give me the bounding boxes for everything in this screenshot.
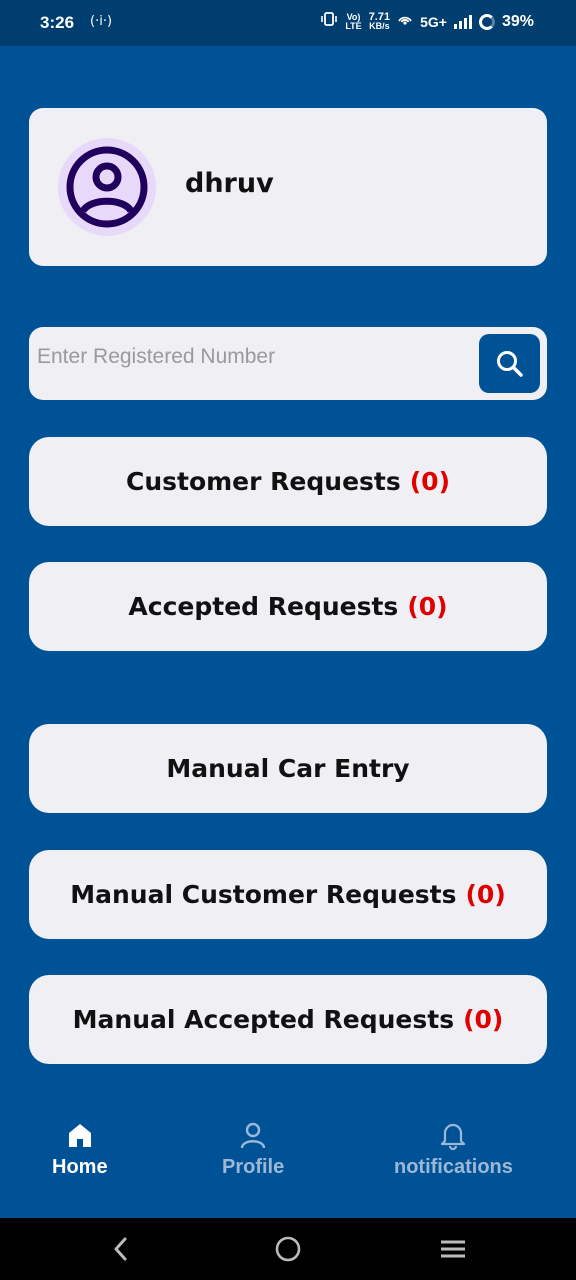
- nav-home[interactable]: Home: [52, 1120, 108, 1179]
- manual-customer-requests-label: Manual Customer Requests: [70, 880, 457, 909]
- search-button[interactable]: [479, 334, 540, 393]
- status-bar: 3:26 (·i·) Vo) LTE 7.71 KB/s 5G+ 39%: [0, 0, 576, 46]
- search-icon: [496, 350, 523, 377]
- manual-car-entry-label: Manual Car Entry: [166, 754, 410, 783]
- username: dhruv: [185, 168, 274, 199]
- status-icons: Vo) LTE 7.71 KB/s 5G+ 39%: [320, 11, 534, 31]
- back-button[interactable]: [106, 1234, 136, 1264]
- search-bar: [29, 327, 547, 400]
- circle-home-icon: [275, 1236, 301, 1262]
- manual-accepted-requests-label: Manual Accepted Requests: [72, 1005, 455, 1034]
- registered-number-input[interactable]: [37, 337, 467, 377]
- nav-notifications[interactable]: notifications: [394, 1120, 513, 1179]
- customer-requests-label: Customer Requests: [125, 467, 401, 496]
- profile-card: dhruv: [29, 108, 547, 266]
- manual-car-entry-button[interactable]: Manual Car Entry: [29, 724, 547, 813]
- nav-home-label: Home: [52, 1156, 108, 1178]
- volte-bottom: LTE: [345, 20, 362, 31]
- bottom-nav: Home Profile notifications: [0, 1098, 576, 1218]
- bell-icon: [441, 1123, 466, 1150]
- volte-indicator: Vo) LTE: [345, 12, 362, 31]
- recents-button[interactable]: [438, 1234, 468, 1264]
- customer-requests-count: (0): [409, 467, 450, 496]
- hotspot-signal-icon: [397, 12, 413, 31]
- battery-level: 39%: [501, 12, 534, 30]
- vibrate-icon: [320, 12, 338, 31]
- accepted-requests-count: (0): [407, 592, 448, 621]
- signal-icon: [453, 14, 472, 29]
- menu-icon: [441, 1240, 465, 1258]
- manual-customer-requests-button[interactable]: Manual Customer Requests (0): [29, 850, 547, 939]
- nav-notifications-label: notifications: [394, 1156, 513, 1178]
- network-type: 5G+: [420, 13, 447, 30]
- nav-profile-label: Profile: [222, 1156, 285, 1178]
- accepted-requests-button[interactable]: Accepted Requests (0): [29, 562, 547, 651]
- accepted-requests-label: Accepted Requests: [128, 592, 399, 621]
- customer-requests-button[interactable]: Customer Requests (0): [29, 437, 547, 526]
- home-icon: [68, 1124, 91, 1147]
- manual-accepted-requests-count: (0): [463, 1005, 504, 1034]
- account-circle-icon: [58, 138, 156, 236]
- manual-customer-requests-count: (0): [465, 880, 506, 909]
- manual-accepted-requests-button[interactable]: Manual Accepted Requests (0): [29, 975, 547, 1064]
- nav-profile[interactable]: Profile: [222, 1120, 284, 1179]
- status-time: 3:26: [40, 13, 75, 32]
- system-nav-bar: [0, 1218, 576, 1280]
- battery-icon: [478, 13, 495, 30]
- speed-unit: KB/s: [369, 20, 390, 31]
- hotspot-icon: (·i·): [90, 14, 113, 29]
- network-speed: 7.71 KB/s: [369, 11, 390, 31]
- back-icon: [114, 1237, 127, 1261]
- person-icon: [240, 1122, 266, 1149]
- home-system-button[interactable]: [273, 1234, 303, 1264]
